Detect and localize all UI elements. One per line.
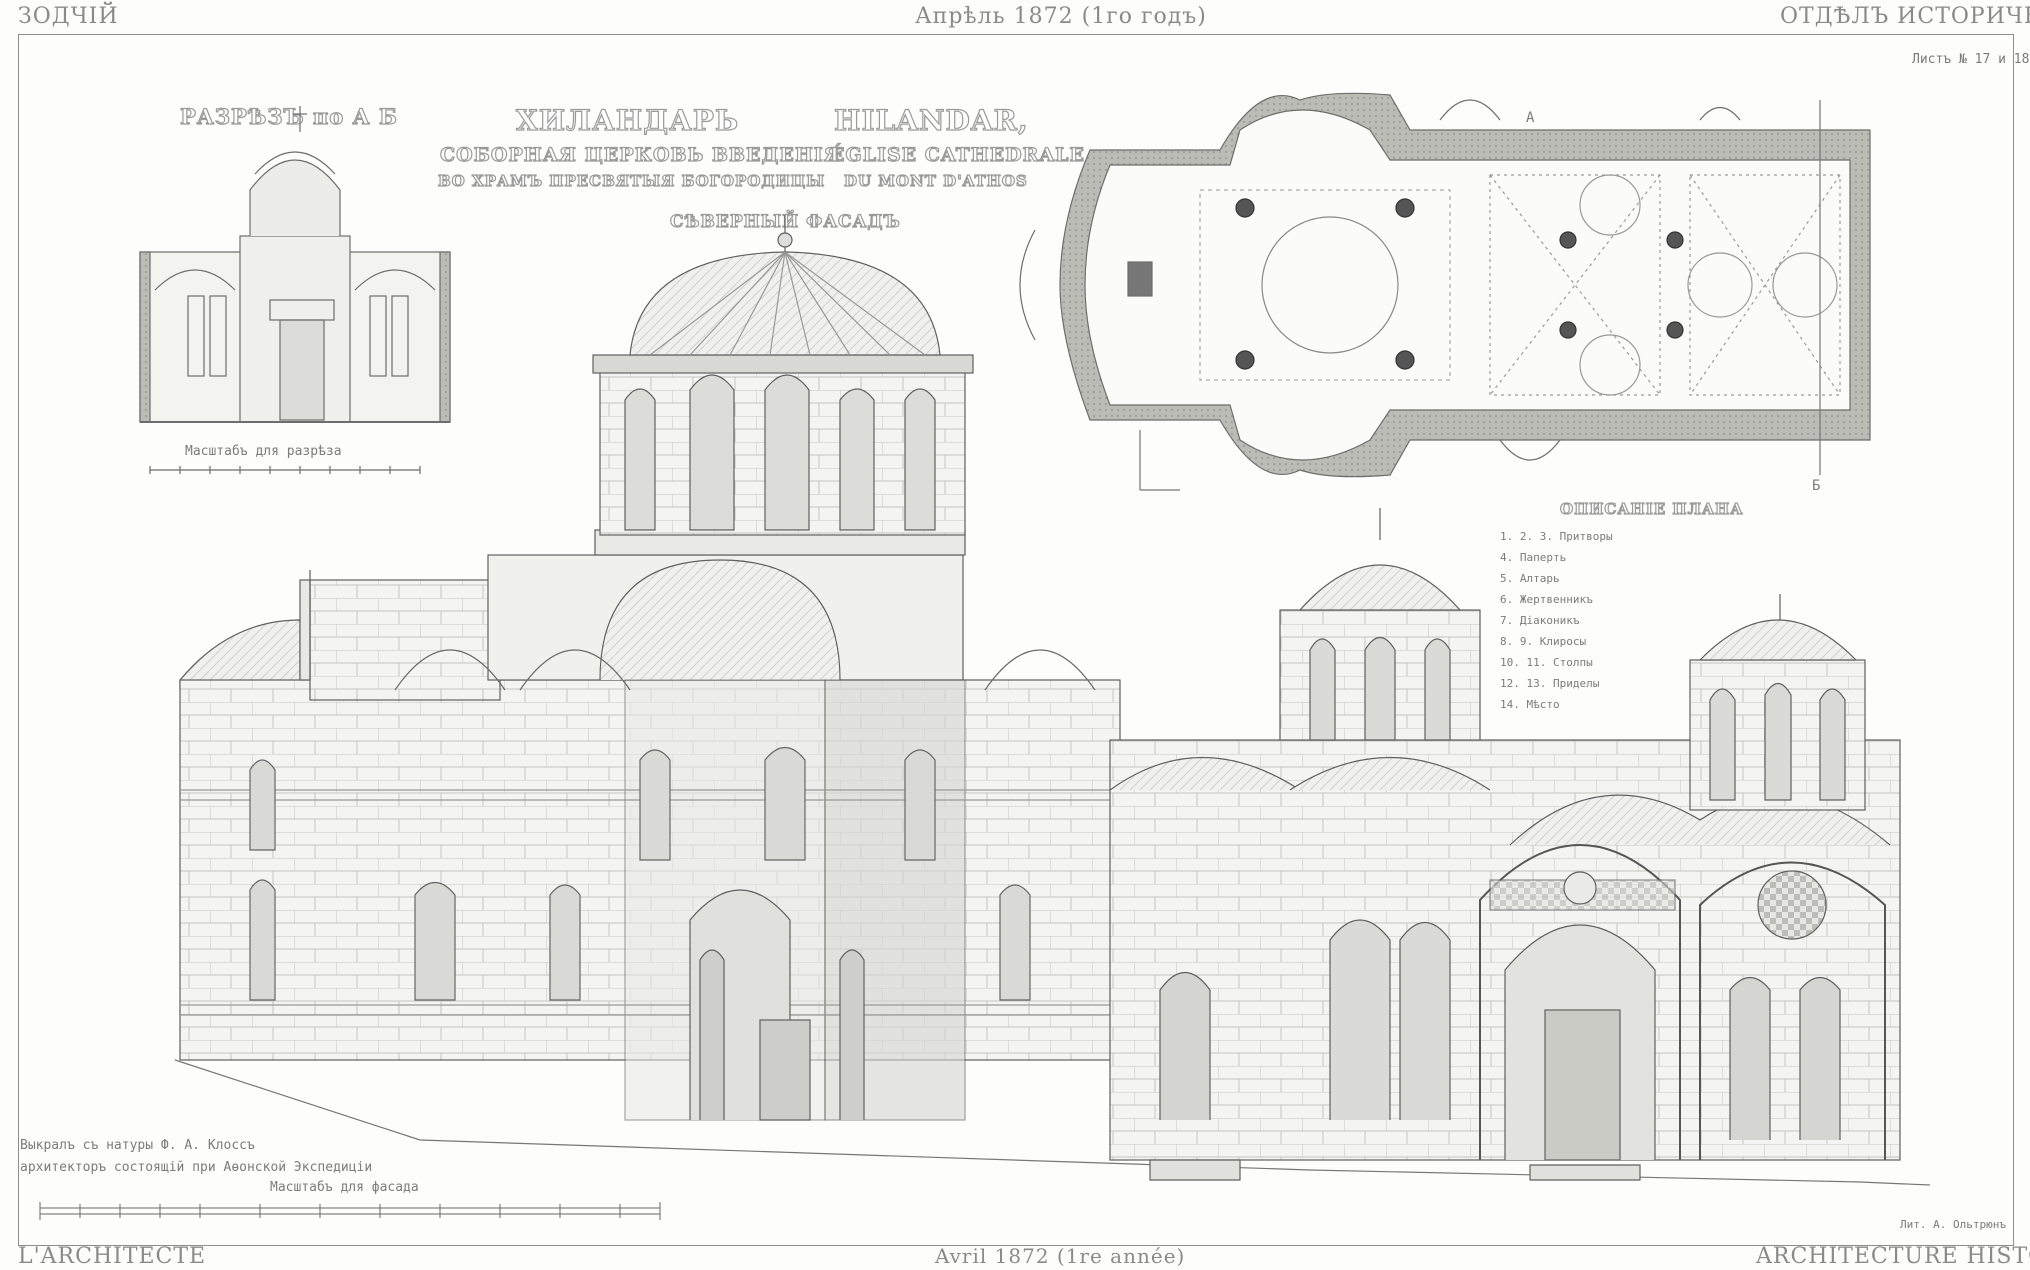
floor-plan xyxy=(1019,92,1871,491)
section-drawing xyxy=(139,106,451,474)
architectural-drawing xyxy=(39,92,1931,1220)
facade-scale-bar xyxy=(39,1202,661,1220)
drawing-sheet: ЗОДЧІЙ Апрѣль 1872 (1го годъ) ОТДѢЛЪ ИСТ… xyxy=(0,0,2030,1270)
